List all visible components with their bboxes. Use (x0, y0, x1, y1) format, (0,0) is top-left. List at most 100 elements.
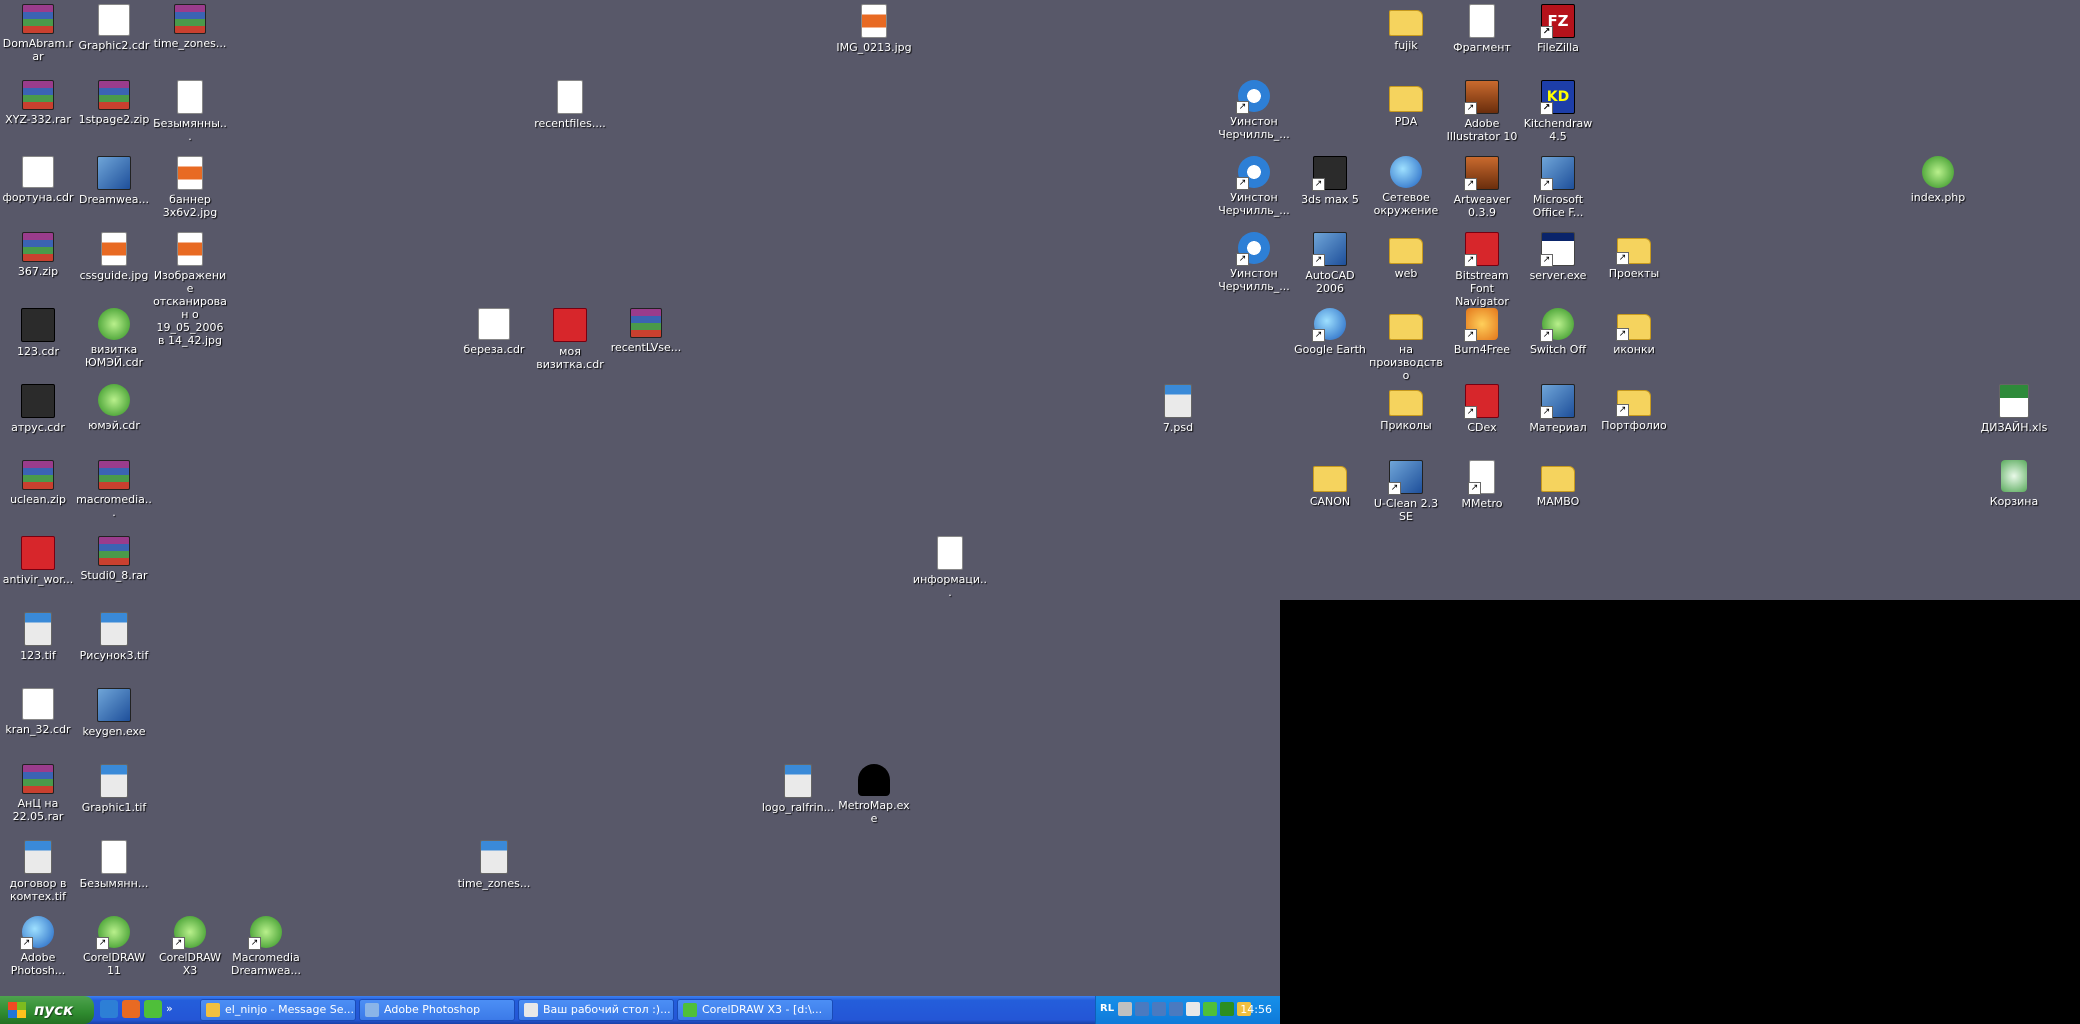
taskbar-button[interactable]: el_ninjo - Message Se... (200, 999, 356, 1021)
desktop-icon[interactable]: PDA (1368, 80, 1444, 128)
taskbar-button[interactable]: Adobe Photoshop (359, 999, 515, 1021)
clock[interactable]: 14:56 (1240, 1003, 1272, 1016)
desktop-icon[interactable]: CANON (1292, 460, 1368, 508)
desktop-icon[interactable]: 3ds max 5 (1292, 156, 1368, 206)
desktop-icon[interactable]: AutoCAD 2006 (1292, 232, 1368, 295)
desktop-icon[interactable]: XYZ-332.rar (0, 80, 76, 126)
desktop-icon[interactable]: time_zones... (456, 840, 532, 890)
desktop-icon[interactable]: Google Earth (1292, 308, 1368, 356)
desktop-icon[interactable]: CorelDRAW 11 (76, 916, 152, 977)
desktop-icon[interactable]: FZ FileZilla (1520, 4, 1596, 54)
desktop-icon[interactable]: server.exe (1520, 232, 1596, 282)
desktop-icon[interactable]: моя визитка.cdr (532, 308, 608, 371)
desktop-icon[interactable]: 1stpage2.zip (76, 80, 152, 126)
desktop-icon[interactable]: 123.tif (0, 612, 76, 662)
jpg-icon (177, 232, 203, 266)
rar-icon (22, 232, 54, 262)
desktop-icon[interactable]: атрус.cdr (0, 384, 76, 434)
desktop-icon[interactable]: index.php (1900, 156, 1976, 204)
start-button[interactable]: пуск (0, 996, 94, 1024)
desktop-icon[interactable]: web (1368, 232, 1444, 280)
desktop-icon[interactable]: 7.psd (1140, 384, 1216, 434)
desktop-icon[interactable]: Adobe Illustrator 10 (1444, 80, 1520, 143)
desktop-icon[interactable]: 123.cdr (0, 308, 76, 358)
desktop-icon[interactable]: Switch Off (1520, 308, 1596, 356)
desktop-icon[interactable]: Проекты (1596, 232, 1672, 280)
desktop-icon[interactable]: macromedia... (76, 460, 152, 519)
desktop-icon[interactable]: keygen.exe (76, 688, 152, 738)
desktop-icon[interactable]: визитка ЮМЭЙ.cdr (76, 308, 152, 369)
tray-icon[interactable] (1169, 1002, 1183, 1016)
desktop-icon[interactable]: MAMBO (1520, 460, 1596, 508)
photoshop-icon[interactable] (122, 1000, 140, 1018)
desktop-icon[interactable]: Приколы (1368, 384, 1444, 432)
dreamweaver-icon[interactable] (144, 1000, 162, 1018)
tray-icon[interactable] (1135, 1002, 1149, 1016)
desktop-icon[interactable]: Adobe Photosh... (0, 916, 76, 977)
desktop-icon[interactable]: Сетевое окружение (1368, 156, 1444, 217)
desktop-icon[interactable]: Материал (1520, 384, 1596, 434)
desktop-icon[interactable]: Burn4Free (1444, 308, 1520, 356)
desktop-icon[interactable]: KDKitchendraw 4.5 (1520, 80, 1596, 143)
taskbar-button[interactable]: CorelDRAW X3 - [d:\... (677, 999, 833, 1021)
desktop-icon[interactable]: иконки (1596, 308, 1672, 356)
desktop-icon[interactable]: U-Clean 2.3 SE (1368, 460, 1444, 523)
desktop-icon[interactable]: Уинстон Черчилль_... (1216, 156, 1292, 217)
tray-icon[interactable] (1220, 1002, 1234, 1016)
desktop-icon[interactable]: antivir_wor... (0, 536, 76, 586)
desktop-icon[interactable]: Graphic1.tif (76, 764, 152, 814)
app-icon (1540, 156, 1575, 191)
start-label: пуск (34, 1001, 74, 1019)
desktop-icon[interactable]: Microsoft Office F... (1520, 156, 1596, 219)
desktop-icon[interactable]: uclean.zip (0, 460, 76, 506)
desktop-icon[interactable]: Уинстон Черчилль_... (1216, 80, 1292, 141)
taskbar-button[interactable]: Ваш рабочий стол :)... (518, 999, 674, 1021)
desktop-icon[interactable]: баннер 3х6v2.jpg (152, 156, 228, 219)
desktop-icon[interactable]: Безымянн... (76, 840, 152, 890)
desktop-icon[interactable]: договор в комтех.tif (0, 840, 76, 903)
desktop-icon[interactable]: Корзина (1976, 460, 2052, 508)
desktop-icon-label: Dreamwea... (79, 193, 149, 206)
desktop-icon[interactable]: Bitstream Font Navigator (1444, 232, 1520, 308)
desktop-icon[interactable]: ДИЗАЙН.xls (1976, 384, 2052, 434)
desktop-icon[interactable]: береза.cdr (456, 308, 532, 356)
desktop-icon[interactable]: Безымянны... (152, 80, 228, 143)
desktop-icon[interactable]: Studi0_8.rar (76, 536, 152, 582)
desktop-icon[interactable]: Graphic2.cdr (76, 4, 152, 52)
desktop-icon[interactable]: recentfiles.... (532, 80, 608, 130)
desktop-icon[interactable]: kran_32.cdr (0, 688, 76, 736)
desktop-icon[interactable]: Изображение отсканирован о 19_05_2006 в … (152, 232, 228, 347)
tray-icon[interactable] (1186, 1002, 1200, 1016)
desktop-icon[interactable]: юмэй.cdr (76, 384, 152, 432)
desktop-icon[interactable]: Artweaver 0.3.9 (1444, 156, 1520, 219)
desktop-icon[interactable]: DomAbram.rar (0, 4, 76, 63)
desktop-icon[interactable]: 367.zip (0, 232, 76, 278)
desktop-icon[interactable]: fujik (1368, 4, 1444, 52)
desktop-icon[interactable]: MMetro (1444, 460, 1520, 510)
desktop-icon[interactable]: Уинстон Черчилль_... (1216, 232, 1292, 293)
desktop-icon[interactable]: Портфолио (1596, 384, 1672, 432)
tray-icon[interactable] (1118, 1002, 1132, 1016)
desktop-icon[interactable]: recentLVse... (608, 308, 684, 354)
ie-icon[interactable] (100, 1000, 118, 1018)
desktop-icon[interactable]: time_zones... (152, 4, 228, 50)
desktop-icon[interactable]: MetroMap.exe (836, 764, 912, 825)
quick-launch-chevron-icon[interactable]: » (166, 1000, 173, 1020)
desktop-icon[interactable]: logo_ralfrin... (760, 764, 836, 814)
desktop-icon[interactable]: на производство (1368, 308, 1444, 382)
desktop-icon[interactable]: информаци... (912, 536, 988, 599)
desktop-icon[interactable]: Dreamwea... (76, 156, 152, 206)
desktop-icon[interactable]: IMG_0213.jpg (836, 4, 912, 54)
desktop-icon[interactable]: фортуна.cdr (0, 156, 76, 204)
desktop-icon[interactable]: CorelDRAW X3 (152, 916, 228, 977)
desktop-icon[interactable]: АнЦ на 22.05.rar (0, 764, 76, 823)
desktop-icon[interactable]: CDex (1444, 384, 1520, 434)
desktop-icon[interactable]: Рисунок3.tif (76, 612, 152, 662)
desktop-icon[interactable]: Фрагмент (1444, 4, 1520, 54)
desktop-icon-label: Graphic2.cdr (78, 39, 150, 52)
tray-icon[interactable] (1203, 1002, 1217, 1016)
language-indicator[interactable]: RL (1100, 1003, 1114, 1014)
desktop-icon[interactable]: cssguide.jpg (76, 232, 152, 282)
desktop-icon[interactable]: Macromedia Dreamwea... (228, 916, 304, 977)
tray-icon[interactable] (1152, 1002, 1166, 1016)
